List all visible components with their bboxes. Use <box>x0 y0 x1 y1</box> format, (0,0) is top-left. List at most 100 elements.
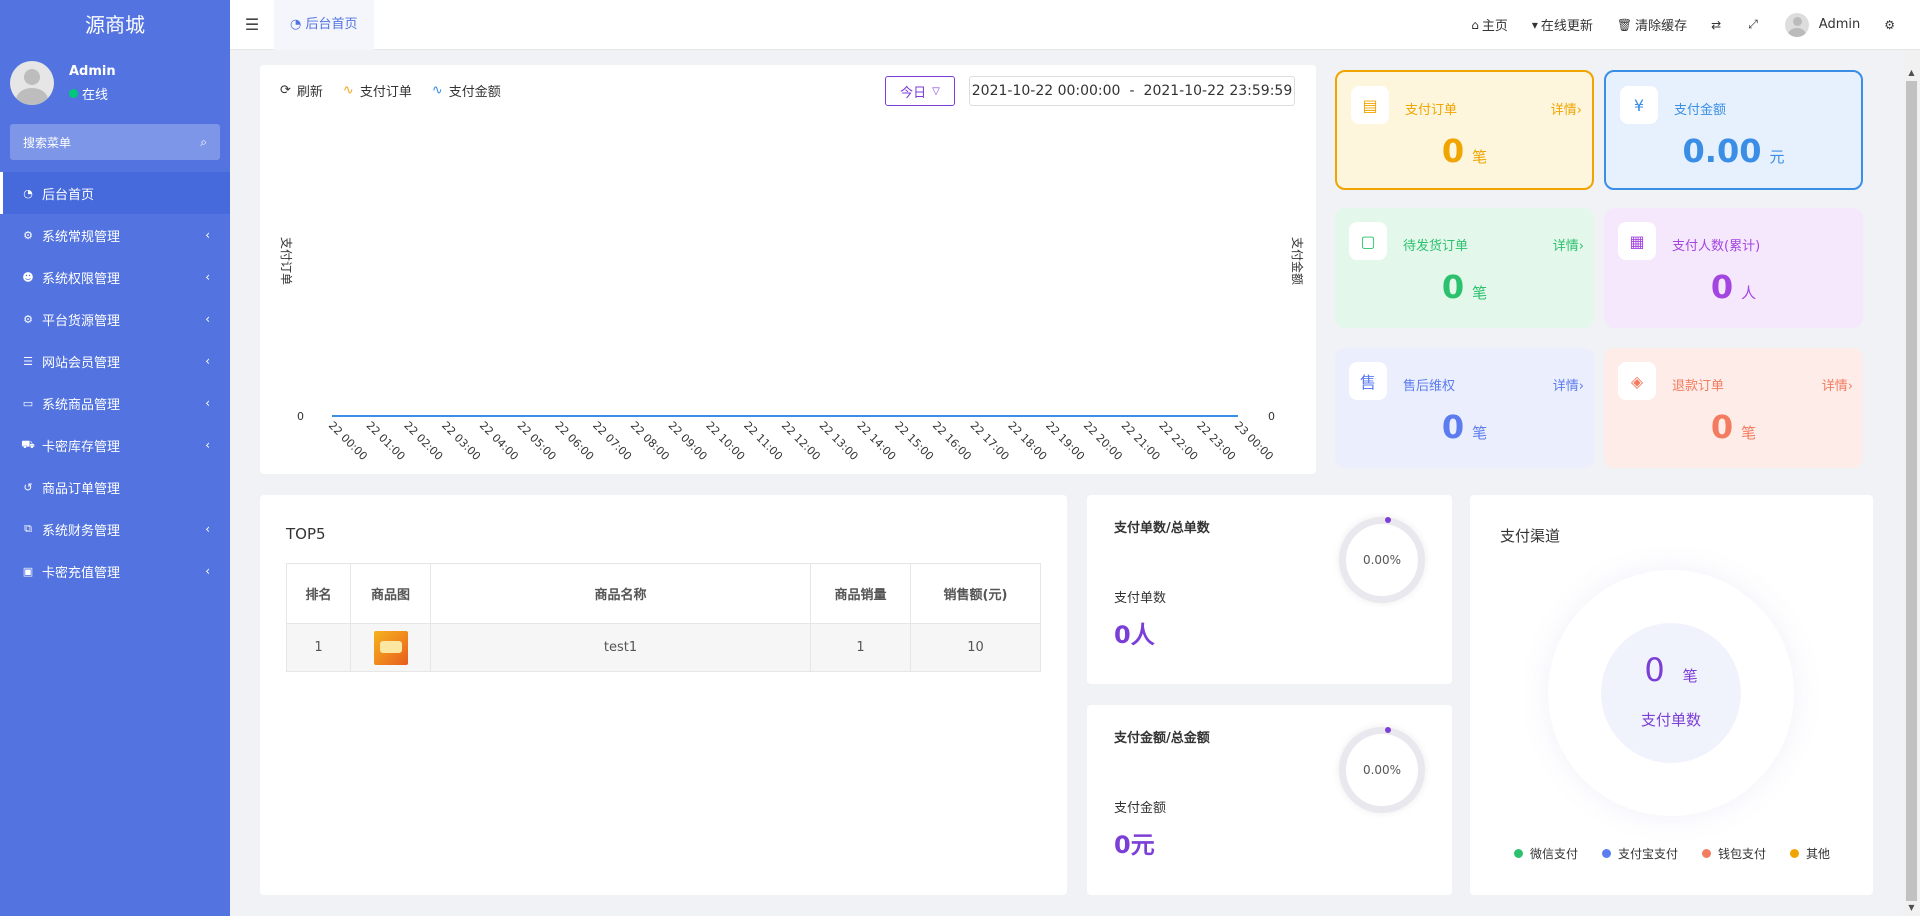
refresh-icon: ⟳ <box>280 83 291 98</box>
home-link[interactable]: ⌂ 主页 <box>1471 15 1508 35</box>
scroll-thumb[interactable] <box>1906 81 1917 901</box>
sidebar-item-6[interactable]: ⛟ 卡密库存管理 ‹ <box>0 424 230 466</box>
top5-title: TOP5 <box>286 525 326 543</box>
y-tick-right: 0 <box>1268 410 1275 423</box>
x-tick-label: 22 01:00 <box>364 419 408 463</box>
refund-orders-icon: ◈ <box>1618 362 1656 400</box>
avatar <box>10 61 54 105</box>
sidebar-item-3[interactable]: ⚙ 平台货源管理 ‹ <box>0 298 230 340</box>
fullscreen-toggle[interactable]: ⤢ <box>1748 17 1761 32</box>
x-tick-label: 22 08:00 <box>628 419 672 463</box>
x-tick-label: 22 19:00 <box>1043 419 1087 463</box>
search-icon[interactable]: ⌕ <box>200 135 207 150</box>
menu-toggle-icon[interactable]: ☰ <box>230 15 274 34</box>
legend-item[interactable]: 钱包支付 <box>1702 845 1766 862</box>
stat-card-after-sales: 售售后维权 详情› 0 笔 <box>1335 348 1594 468</box>
trash-icon: 🗑 <box>1616 17 1633 32</box>
ratio-gauge: 0.00% <box>1339 727 1425 813</box>
sidebar-item-0[interactable]: ◔ 后台首页 <box>0 172 230 214</box>
detail-link[interactable]: 详情› <box>1551 99 1582 118</box>
x-tick-label: 22 20:00 <box>1081 419 1125 463</box>
clear-cache-link[interactable]: 🗑 清除缓存 <box>1616 15 1687 35</box>
channel-label: 支付单数 <box>1640 711 1701 729</box>
x-tick-label: 22 18:00 <box>1005 419 1049 463</box>
sidebar-item-9[interactable]: ▣ 卡密充值管理 ‹ <box>0 550 230 592</box>
detail-link[interactable]: 详情› <box>1553 235 1584 254</box>
history-icon: ↺ <box>23 480 33 494</box>
line-chart: 支付订单 支付金额 0 0 22 00:0022 01:0022 02:0022 03:… <box>279 237 1305 463</box>
legend-paid-amount[interactable]: ∿ 支付金额 <box>432 81 501 100</box>
legend-dot-icon <box>1702 849 1712 858</box>
x-tick-label: 22 09:00 <box>666 419 710 463</box>
sidebar-item-4[interactable]: ☰ 网站会员管理 ‹ <box>0 340 230 382</box>
chevron-left-icon: ‹ <box>205 312 210 326</box>
legend-dot-icon <box>1514 849 1523 858</box>
online-dot-icon <box>69 88 78 98</box>
refresh-button[interactable]: ⟳ 刷新 <box>280 81 323 100</box>
chevron-left-icon: ‹ <box>205 270 210 284</box>
channel-title: 支付渠道 <box>1500 527 1561 545</box>
x-tick-label: 22 03:00 <box>439 419 483 463</box>
dashboard-icon: ◔ <box>290 16 306 32</box>
legend-dot-icon <box>1790 849 1800 858</box>
legend-item[interactable]: 支付宝支付 <box>1602 845 1678 862</box>
sidebar-item-7[interactable]: ↺ 商品订单管理 <box>0 466 230 508</box>
legend-paid-orders[interactable]: ∿ 支付订单 <box>343 81 412 100</box>
sidebar-item-1[interactable]: ⚙ 系统常规管理 ‹ <box>0 214 230 256</box>
product-image[interactable] <box>373 630 408 665</box>
sidebar-item-label: 系统商品管理 <box>42 397 121 413</box>
x-tick-label: 22 12:00 <box>779 419 823 463</box>
sidebar-item-8[interactable]: ⧉ 系统财务管理 ‹ <box>0 508 230 550</box>
menu-search-input[interactable]: 搜索菜单 ⌕ <box>10 124 220 160</box>
x-tick-label: 22 17:00 <box>968 419 1012 463</box>
sidebar-item-2[interactable]: ☻ 系统权限管理 ‹ <box>0 256 230 298</box>
legend-item[interactable]: 微信支付 <box>1514 845 1578 862</box>
update-icon: ▾ <box>1531 17 1538 32</box>
brand-logo[interactable]: 源商城 <box>0 0 230 50</box>
stat-card-paid-users: ▦ 支付人数(累计) 0 人 <box>1604 208 1863 328</box>
user-panel: Admin 在线 <box>0 50 230 116</box>
y-axis-label-left: 支付订单 <box>279 237 293 285</box>
sidebar-item-label: 系统财务管理 <box>42 523 121 539</box>
tab-dashboard[interactable]: ◔ 后台首页 <box>274 0 374 50</box>
gear-icon: ⚙ <box>1884 17 1895 32</box>
scroll-up-arrow[interactable]: ▲ <box>1903 64 1920 81</box>
x-tick-label: 23 00:00 <box>1232 419 1276 463</box>
stat-card-pending-ship: ▢ 待发货订单 详情› 0 笔 <box>1335 208 1594 328</box>
page-scrollbar[interactable]: ▲ ▼ <box>1903 50 1920 916</box>
paid-amount-ratio-card: 支付金额/总金额 0.00% 支付金额 0元 <box>1087 705 1452 895</box>
online-update-link[interactable]: ▾ 在线更新 <box>1531 15 1593 35</box>
sidebar-item-5[interactable]: ▭ 系统商品管理 ‹ <box>0 382 230 424</box>
cart-icon: ⛟ <box>21 437 35 451</box>
sidebar: 源商城 Admin 在线 搜索菜单 ⌕ ◔ 后台首页 ⚙ 系统常规管理 ‹ ☻ 系统权限管理… <box>0 0 230 916</box>
ratio-gauge: 0.00% <box>1339 517 1425 603</box>
x-tick-label: 22 15:00 <box>892 419 936 463</box>
chevron-left-icon: ‹ <box>205 438 210 452</box>
legend-item[interactable]: 其他 <box>1790 845 1830 862</box>
cogs-icon: ⚙ <box>23 228 33 242</box>
scroll-down-arrow[interactable]: ▼ <box>1903 899 1920 916</box>
settings-button[interactable]: ⚙ <box>1884 18 1898 32</box>
today-dropdown[interactable]: 今日 ▽ <box>885 76 955 106</box>
x-tick-label: 22 06:00 <box>552 419 596 463</box>
table-row: 1 test1 1 10 <box>286 623 1041 672</box>
user-menu[interactable]: Admin <box>1784 12 1860 37</box>
detail-link[interactable]: 详情› <box>1822 375 1853 394</box>
x-tick-label: 22 23:00 <box>1194 419 1238 463</box>
payment-channel-panel: 支付渠道 0笔 支付单数 微信支付 支付宝支付 钱包支付 其他 <box>1470 495 1873 895</box>
column-header: 销售额(元) <box>910 563 1041 624</box>
x-tick-label: 22 11:00 <box>741 419 785 463</box>
stat-card-refund-orders: ◈ 退款订单 详情› 0 笔 <box>1604 348 1863 468</box>
channel-donut: 0笔 支付单数 <box>1548 570 1794 816</box>
sidebar-item-label: 商品订单管理 <box>42 481 121 497</box>
date-range-input[interactable]: 2021-10-22 00:00:00-2021-10-22 23:59:59 <box>969 76 1295 106</box>
language-toggle[interactable]: ⇄ <box>1711 18 1724 32</box>
language-icon: ⇄ <box>1711 17 1722 32</box>
chevron-left-icon: ‹ <box>205 564 210 578</box>
x-tick-label: 22 00:00 <box>326 419 370 463</box>
sidebar-item-label: 卡密充值管理 <box>42 565 121 581</box>
y-tick-left: 0 <box>297 410 304 423</box>
users-icon: ☻ <box>22 270 34 284</box>
detail-link[interactable]: 详情› <box>1553 375 1584 394</box>
x-tick-label: 22 21:00 <box>1119 419 1163 463</box>
